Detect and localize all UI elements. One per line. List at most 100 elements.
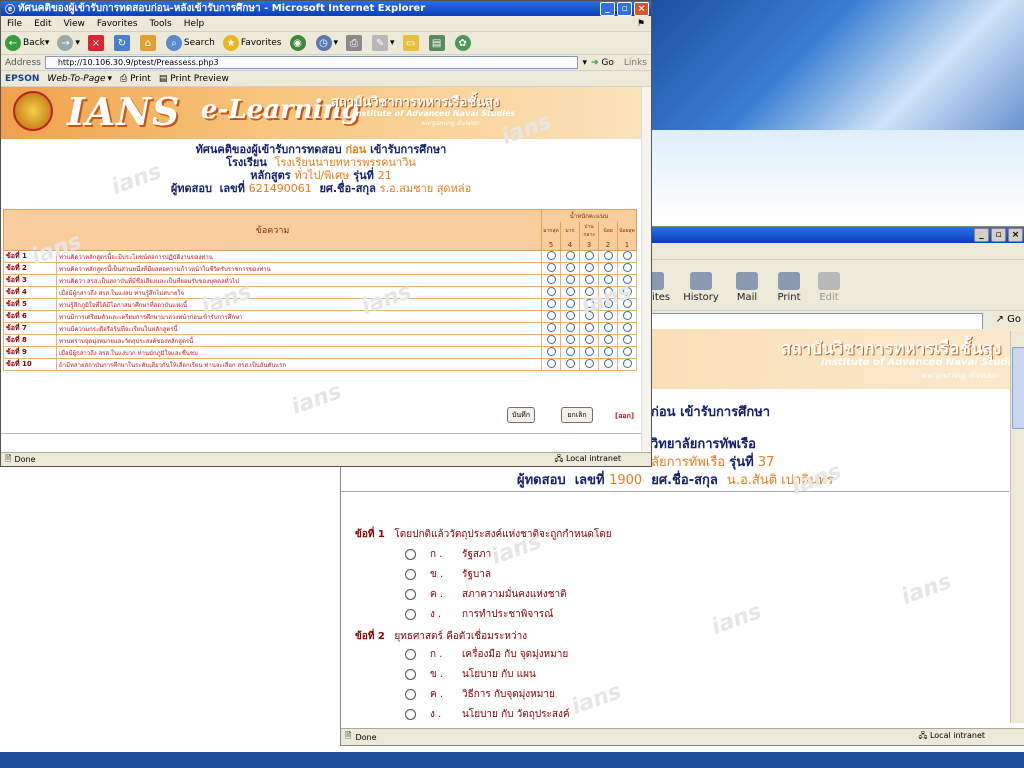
front-vertical-scrollbar[interactable]: [641, 87, 651, 451]
rating-radio-button[interactable]: [565, 335, 575, 344]
edit-button[interactable]: ✎ ▾: [372, 35, 395, 51]
rating-radio-button[interactable]: [565, 287, 575, 296]
go-button[interactable]: ➜ Go: [591, 58, 614, 68]
rating-radio-button[interactable]: [584, 263, 594, 272]
radio-button[interactable]: [405, 549, 416, 560]
folder-button[interactable]: ▭: [402, 35, 421, 51]
stop-button[interactable]: ×: [87, 35, 106, 51]
history-button[interactable]: ◷ ▾: [315, 35, 338, 51]
rating-radio-button[interactable]: [622, 359, 632, 368]
logout-link[interactable]: [ออก]: [615, 411, 634, 422]
radio-button[interactable]: [405, 709, 416, 720]
rating-radio-button[interactable]: [565, 251, 575, 260]
links-button[interactable]: Links: [624, 58, 647, 68]
rating-radio-button[interactable]: [584, 251, 594, 260]
close-button[interactable]: ×: [634, 1, 649, 16]
rating-radio-button[interactable]: [603, 335, 613, 344]
discuss-button[interactable]: ▤: [428, 35, 447, 51]
menu-tools[interactable]: Tools: [144, 19, 178, 29]
rating-radio-button[interactable]: [584, 359, 594, 368]
address-input[interactable]: http://10.106.30.9/ptest/Preassess.php3: [44, 56, 579, 69]
rating-radio-button[interactable]: [565, 311, 575, 320]
back-q1-option-c[interactable]: ค . สภาความมั่นคงแห่งชาติ: [405, 587, 567, 602]
print-button[interactable]: ⎙: [346, 35, 364, 51]
rating-radio-button[interactable]: [622, 311, 632, 320]
menu-edit[interactable]: Edit: [28, 19, 57, 29]
rating-radio-button[interactable]: [565, 299, 575, 308]
back-toolbar-print[interactable]: Print: [769, 272, 809, 303]
rating-radio-button[interactable]: [546, 359, 556, 368]
menu-help[interactable]: Help: [178, 19, 211, 29]
web-to-page-menu[interactable]: Web-To-Page: [47, 74, 105, 84]
rating-radio-button[interactable]: [546, 251, 556, 260]
back-go-button[interactable]: ↗ Go: [996, 314, 1021, 325]
rating-radio-button[interactable]: [546, 275, 556, 284]
rating-radio-button[interactable]: [622, 347, 632, 356]
rating-radio-button[interactable]: [622, 287, 632, 296]
radio-button[interactable]: [405, 589, 416, 600]
search-button[interactable]: ⌕ Search: [165, 35, 215, 51]
menu-file[interactable]: File: [1, 19, 28, 29]
radio-button[interactable]: [405, 669, 416, 680]
back-q1-option-a[interactable]: ก . รัฐสภา: [405, 547, 491, 562]
rating-radio-button[interactable]: [584, 275, 594, 284]
rating-radio-button[interactable]: [603, 251, 613, 260]
rating-radio-button[interactable]: [603, 263, 613, 272]
epson-print-button[interactable]: ⎙ Print: [120, 74, 151, 84]
cancel-button[interactable]: ยกเลิก: [561, 407, 593, 423]
rating-radio-button[interactable]: [622, 251, 632, 260]
home-button[interactable]: ⌂: [139, 35, 158, 51]
back-maximize-button[interactable]: ▫: [991, 228, 1006, 242]
back-toolbar-mail[interactable]: Mail: [727, 272, 767, 303]
rating-radio-button[interactable]: [603, 299, 613, 308]
rating-radio-button[interactable]: [565, 263, 575, 272]
refresh-button[interactable]: ↻: [113, 35, 132, 51]
back-q2-option-a[interactable]: ก . เครื่องมือ กับ จุดมุ่งหมาย: [405, 647, 568, 662]
radio-button[interactable]: [405, 609, 416, 620]
rating-radio-button[interactable]: [565, 323, 575, 332]
messenger-button[interactable]: ✿: [454, 35, 473, 51]
rating-radio-button[interactable]: [546, 323, 556, 332]
rating-radio-button[interactable]: [584, 347, 594, 356]
back-scroll-thumb[interactable]: [1012, 347, 1024, 429]
menu-favorites[interactable]: Favorites: [91, 19, 144, 29]
forward-button[interactable]: → ▾: [57, 35, 80, 51]
rating-radio-button[interactable]: [565, 359, 575, 368]
menu-view[interactable]: View: [58, 19, 91, 29]
address-dropdown-icon[interactable]: ▾: [582, 58, 587, 68]
radio-button[interactable]: [405, 569, 416, 580]
back-button[interactable]: ← Back ▾: [5, 35, 49, 51]
radio-button[interactable]: [405, 649, 416, 660]
rating-radio-button[interactable]: [546, 311, 556, 320]
rating-radio-button[interactable]: [546, 347, 556, 356]
rating-radio-button[interactable]: [565, 347, 575, 356]
rating-radio-button[interactable]: [584, 299, 594, 308]
rating-radio-button[interactable]: [622, 275, 632, 284]
rating-radio-button[interactable]: [622, 263, 632, 272]
back-q2-option-c[interactable]: ค . วิธีการ กับจุดมุ่งหมาย: [405, 687, 555, 702]
rating-radio-button[interactable]: [546, 299, 556, 308]
epson-print-preview-button[interactable]: ▤ Print Preview: [159, 74, 229, 84]
back-q2-option-b[interactable]: ข . นโยบาย กับ แผน: [405, 667, 536, 682]
back-q1-option-d[interactable]: ง . การทำประชาพิจารณ์: [405, 607, 553, 622]
back-q2-option-d[interactable]: ง . นโยบาย กับ วัตถุประสงค์: [405, 707, 570, 722]
back-q1-option-b[interactable]: ข . รัฐบาล: [405, 567, 491, 582]
maximize-button[interactable]: ▫: [617, 1, 632, 16]
back-minimize-button[interactable]: _: [974, 228, 989, 242]
rating-radio-button[interactable]: [622, 335, 632, 344]
back-toolbar-edit[interactable]: Edit: [809, 272, 849, 303]
save-button[interactable]: บันทึก: [507, 407, 535, 423]
rating-radio-button[interactable]: [546, 287, 556, 296]
rating-radio-button[interactable]: [584, 323, 594, 332]
rating-radio-button[interactable]: [546, 263, 556, 272]
rating-radio-button[interactable]: [603, 275, 613, 284]
rating-radio-button[interactable]: [584, 311, 594, 320]
favorites-button[interactable]: ★ Favorites: [222, 35, 282, 51]
minimize-button[interactable]: _: [600, 1, 615, 16]
back-vertical-scrollbar[interactable]: [1010, 331, 1024, 723]
rating-radio-button[interactable]: [622, 299, 632, 308]
media-button[interactable]: ◉: [289, 35, 308, 51]
rating-radio-button[interactable]: [603, 287, 613, 296]
rating-radio-button[interactable]: [603, 311, 613, 320]
back-toolbar-history[interactable]: History: [681, 272, 721, 303]
